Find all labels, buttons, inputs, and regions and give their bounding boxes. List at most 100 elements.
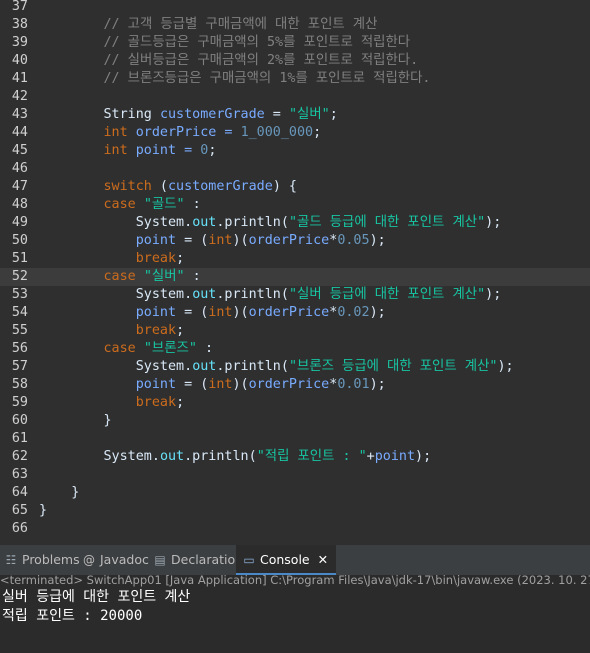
line-number: 38	[11, 17, 28, 32]
code-token: orderPrice	[248, 305, 330, 320]
line-number: 50	[11, 233, 28, 248]
line-number: 37	[11, 0, 28, 14]
code-line[interactable]: 60 }	[0, 412, 590, 430]
code-text: }	[39, 484, 79, 502]
code-line[interactable]: 63	[0, 466, 590, 484]
line-number: 53	[11, 287, 28, 302]
code-token: "적립 포인트 : "	[256, 449, 367, 464]
code-token: );	[369, 377, 386, 392]
tab-declaration[interactable]: ▤ Declaration	[153, 545, 243, 575]
line-number: 45	[11, 143, 28, 158]
code-line[interactable]: 52 case "실버" :	[0, 268, 590, 286]
console-output-line: 적립 포인트 : 20000	[2, 608, 143, 624]
code-token: .println(	[216, 215, 289, 230]
code-line[interactable]: 41 // 브론즈등급은 구매금액의 1%를 포인트로 적립한다.	[0, 70, 590, 88]
code-line[interactable]: 37	[0, 0, 590, 16]
tab-problems-label: Problems	[22, 552, 80, 567]
code-line[interactable]: 43 String customerGrade = "실버";	[0, 106, 590, 124]
line-number: 54	[11, 305, 28, 320]
code-line[interactable]: 56 case "브론즈" :	[0, 340, 590, 358]
code-text: case "골드" :	[39, 196, 201, 214]
code-text: case "브론즈" :	[39, 340, 214, 358]
code-text: }	[39, 502, 47, 520]
line-number: 63	[11, 467, 28, 482]
code-line[interactable]: 57 System.out.println("브론즈 등급에 대한 포인트 계산…	[0, 358, 590, 376]
code-token: out	[192, 287, 217, 302]
code-text: point = (int)(orderPrice*0.02);	[39, 304, 386, 322]
code-token: :	[196, 341, 214, 356]
code-line[interactable]: 61	[0, 430, 590, 448]
code-token: )(	[232, 377, 249, 392]
console-status-text: <terminated> SwitchApp01 [Java Applicati…	[0, 575, 590, 587]
code-text: point = (int)(orderPrice*0.01);	[39, 376, 386, 394]
code-line[interactable]: 66	[0, 520, 590, 538]
code-text: // 골드등급은 구매금액의 5%를 포인트로 적립한다	[39, 34, 410, 52]
code-token: .println(	[184, 449, 257, 464]
code-text: }	[39, 412, 111, 430]
code-line[interactable]: 39 // 골드등급은 구매금액의 5%를 포인트로 적립한다	[0, 34, 590, 52]
tab-console[interactable]: ▭ Console ✕	[236, 545, 337, 575]
code-line[interactable]: 55 break;	[0, 322, 590, 340]
code-token: 0.02	[337, 305, 370, 320]
code-line[interactable]: 50 point = (int)(orderPrice*0.05);	[0, 232, 590, 250]
code-token: +	[366, 449, 375, 464]
code-token: int	[103, 125, 128, 140]
code-token: )(	[232, 305, 249, 320]
line-number: 55	[11, 323, 28, 338]
code-line[interactable]: 65}	[0, 502, 590, 520]
console-panel: ☷ Problems @ Javadoc ▤ Declaration ▭ Console…	[0, 545, 590, 653]
line-number: 65	[11, 503, 28, 518]
code-token: // 실버등급은 구매금액의 2%를 포인트로 적립한다.	[39, 53, 419, 68]
code-token: int	[208, 305, 233, 320]
tab-problems[interactable]: ☷ Problems	[4, 545, 80, 575]
code-line[interactable]: 45 int point = 0;	[0, 142, 590, 160]
tab-console-label: Console	[260, 552, 310, 567]
code-token: =	[264, 107, 289, 122]
code-text: break;	[39, 250, 184, 268]
code-token: ;	[176, 323, 185, 338]
code-line[interactable]: 58 point = (int)(orderPrice*0.01);	[0, 376, 590, 394]
problems-icon: ☷	[5, 553, 17, 567]
line-number: 41	[11, 71, 28, 86]
code-line[interactable]: 51 break;	[0, 250, 590, 268]
code-text: System.out.println("적립 포인트 : "+point);	[39, 448, 431, 466]
code-line[interactable]: 64 }	[0, 484, 590, 502]
code-token: point	[374, 449, 416, 464]
code-token: }	[39, 503, 48, 518]
code-token: 0.05	[337, 233, 370, 248]
code-token: System.	[39, 449, 160, 464]
code-line[interactable]: 59 break;	[0, 394, 590, 412]
code-line[interactable]: 40 // 실버등급은 구매금액의 2%를 포인트로 적립한다.	[0, 52, 590, 70]
line-number: 61	[11, 431, 28, 446]
code-line[interactable]: 49 System.out.println("골드 등급에 대한 포인트 계산"…	[0, 214, 590, 232]
code-line[interactable]: 54 point = (int)(orderPrice*0.02);	[0, 304, 590, 322]
code-token: 1_000_000	[240, 125, 314, 140]
code-token: orderPrice	[248, 233, 330, 248]
line-number: 42	[11, 89, 28, 104]
code-token: = (	[176, 305, 209, 320]
line-number: 40	[11, 53, 28, 68]
code-line[interactable]: 42	[0, 88, 590, 106]
code-text: System.out.println("골드 등급에 대한 포인트 계산");	[39, 214, 502, 232]
line-number: 47	[11, 179, 28, 194]
close-icon[interactable]: ✕	[318, 552, 328, 567]
code-line[interactable]: 53 System.out.println("실버 등급에 대한 포인트 계산"…	[0, 286, 590, 304]
code-line[interactable]: 38 // 고객 등급별 구매금액에 대한 포인트 계산	[0, 16, 590, 34]
code-line[interactable]: 47 switch (customerGrade) {	[0, 178, 590, 196]
code-line[interactable]: 44 int orderPrice = 1_000_000;	[0, 124, 590, 142]
declaration-icon: ▤	[154, 553, 166, 567]
code-line[interactable]: 62 System.out.println("적립 포인트 : "+point)…	[0, 448, 590, 466]
code-token: point	[135, 233, 177, 248]
code-token: .println(	[216, 359, 289, 374]
code-editor[interactable]: 37 38 // 고객 등급별 구매금액에 대한 포인트 계산 39 // 골드등급…	[0, 0, 590, 545]
code-token: // 고객 등급별 구매금액에 대한 포인트 계산	[39, 17, 378, 32]
tab-javadoc[interactable]: @ Javadoc	[82, 545, 149, 575]
tab-declaration-label: Declaration	[171, 552, 244, 567]
code-line[interactable]: 48 case "골드" :	[0, 196, 590, 214]
code-line[interactable]: 46	[0, 160, 590, 178]
